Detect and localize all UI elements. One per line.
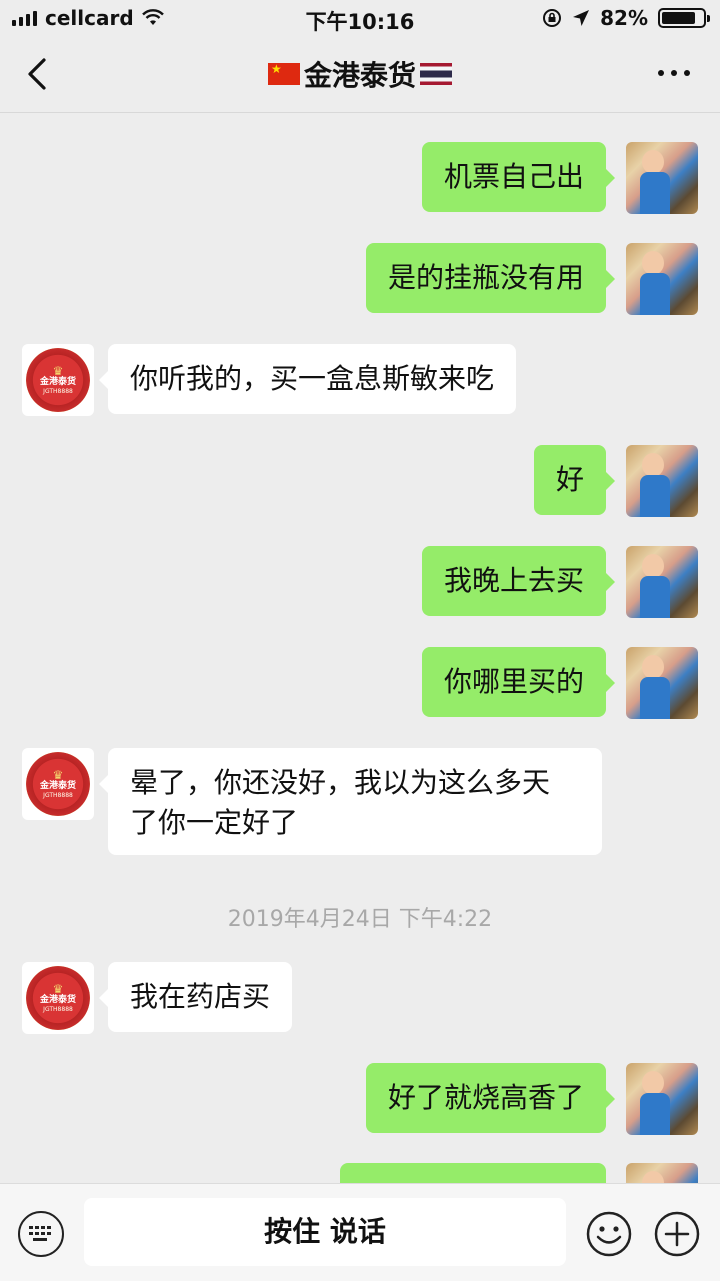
sent-bubble[interactable]: 好了就烧高香了: [365, 1063, 616, 1133]
sent-bubble[interactable]: [340, 1163, 606, 1183]
location-arrow-icon: [573, 10, 590, 26]
message-list[interactable]: 机票自己出 是的挂瓶没有用 ♛ 金港泰货 JGTH8888 你听我的，买一盒息斯…: [0, 113, 720, 1183]
contact-avatar[interactable]: ♛ 金港泰货 JGTH8888: [22, 748, 94, 820]
message-text: 是的挂瓶没有用: [387, 261, 584, 294]
sent-bubble[interactable]: 你哪里买的: [421, 647, 616, 717]
more-options-icon[interactable]: [658, 70, 690, 76]
message-text: 我在药店买: [130, 980, 271, 1013]
store-logo: ♛ 金港泰货 JGTH8888: [26, 966, 90, 1030]
message-row-sent: 你哪里买的: [0, 647, 720, 719]
battery-fill: [662, 12, 695, 24]
message-row-sent-partial: [0, 1163, 720, 1183]
message-text: 机票自己出: [443, 160, 584, 193]
store-logo: ♛ 金港泰货 JGTH8888: [26, 348, 90, 412]
thailand-flag-icon: [420, 63, 452, 85]
message-row-sent: 是的挂瓶没有用: [0, 243, 720, 315]
message-row-received: ♛ 金港泰货 JGTH8888 你听我的，买一盒息斯敏来吃: [0, 344, 720, 416]
message-row-received: ♛ 金港泰货 JGTH8888 我在药店买: [0, 962, 720, 1034]
battery-icon: [658, 8, 710, 28]
china-flag-icon: [267, 62, 300, 85]
input-bar: 按住 说话: [0, 1183, 720, 1281]
message-text: 你哪里买的: [443, 665, 584, 698]
message-row-received: ♛ 金港泰货 JGTH8888 晕了，你还没好，我以为这么多天 了你一定好了: [0, 748, 720, 856]
sent-bubble[interactable]: 机票自己出: [421, 142, 616, 212]
rotation-lock-icon: [543, 9, 562, 27]
timestamp: 2019年4月24日 下午4:22: [227, 907, 493, 932]
sent-bubble[interactable]: 我晚上去买: [421, 546, 616, 616]
message-row-sent: 机票自己出: [0, 142, 720, 214]
message-text-line: 了你一定好了: [130, 806, 299, 839]
chat-title[interactable]: 金港泰货: [0, 54, 720, 94]
received-bubble[interactable]: 你听我的，买一盒息斯敏来吃: [98, 344, 517, 414]
my-avatar[interactable]: [626, 647, 698, 719]
plus-icon[interactable]: [654, 1211, 700, 1257]
message-text: 好了就烧高香了: [387, 1081, 584, 1114]
status-bar: cellcard 下午10:16 82%: [0, 0, 720, 36]
received-bubble[interactable]: 晕了，你还没好，我以为这么多天 了你一定好了: [99, 748, 602, 855]
emoji-icon[interactable]: [586, 1211, 632, 1257]
my-avatar[interactable]: [626, 243, 698, 315]
message-row-sent: 好了就烧高香了: [0, 1063, 720, 1135]
my-avatar[interactable]: [626, 1063, 698, 1135]
my-avatar[interactable]: [626, 546, 698, 618]
my-avatar[interactable]: [626, 1163, 698, 1183]
battery-percent: 82%: [600, 6, 648, 30]
chat-header: 金港泰货: [0, 36, 720, 113]
message-row-sent: 我晚上去买: [0, 546, 720, 618]
my-avatar[interactable]: [626, 142, 698, 214]
sent-bubble[interactable]: 好: [533, 445, 616, 515]
store-logo: ♛ 金港泰货 JGTH8888: [26, 752, 90, 816]
sent-bubble[interactable]: 是的挂瓶没有用: [365, 243, 616, 313]
hold-to-talk-button[interactable]: 按住 说话: [84, 1198, 566, 1266]
contact-avatar[interactable]: ♛ 金港泰货 JGTH8888: [22, 962, 94, 1034]
contact-avatar[interactable]: ♛ 金港泰货 JGTH8888: [22, 344, 94, 416]
keyboard-icon: [29, 1226, 51, 1241]
chat-title-text: 金港泰货: [303, 59, 416, 92]
status-right: 82%: [542, 6, 710, 30]
my-avatar[interactable]: [626, 445, 698, 517]
keyboard-toggle-icon[interactable]: [18, 1211, 64, 1257]
message-text: 我晚上去买: [443, 564, 584, 597]
message-row-sent: 好: [0, 445, 720, 517]
message-text: 好: [555, 463, 584, 496]
message-text: 你听我的，买一盒息斯敏来吃: [130, 362, 495, 395]
message-text-line: 晕了，你还没好，我以为这么多天: [130, 766, 551, 799]
received-bubble[interactable]: 我在药店买: [98, 962, 293, 1032]
